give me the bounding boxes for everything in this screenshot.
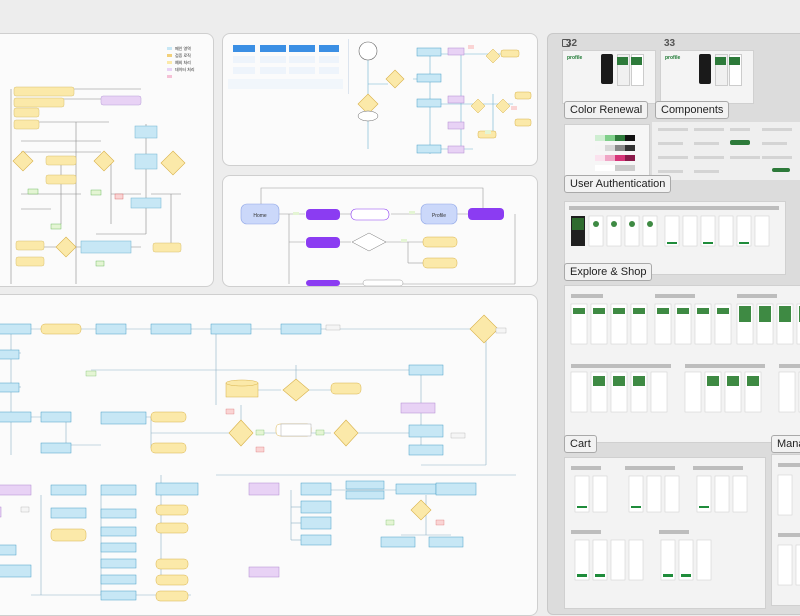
- flow-node-profile-label: Profile: [432, 213, 446, 219]
- flowchart-canvas-b: [228, 39, 532, 154]
- flowchart-canvas-d: [0, 314, 516, 602]
- legend-item: 데이터 처리: [175, 66, 195, 72]
- section-label-explore-shop[interactable]: Explore & Shop: [564, 263, 653, 281]
- legend-item: 검증 로직: [175, 52, 191, 58]
- flow-node-home-label: Home: [253, 213, 267, 219]
- frame-number: 33: [664, 38, 676, 49]
- section-label-cart[interactable]: Cart: [564, 435, 597, 453]
- manage-screens: [777, 463, 800, 586]
- component-sheet: [658, 128, 792, 173]
- flowchart-panel-top-middle[interactable]: [222, 33, 538, 166]
- flowchart-panel-top-left[interactable]: 메인 영역 검증 로직 예외 처리 데이터 처리: [0, 33, 214, 287]
- legend-item: 예외 처리: [175, 59, 191, 65]
- flowchart-canvas-a: 메인 영역 검증 로직 예외 처리 데이터 처리: [10, 45, 195, 284]
- section-label-components[interactable]: Components: [655, 101, 730, 119]
- frame-color-renewal[interactable]: profile: [562, 50, 656, 104]
- frame-icon: [562, 39, 570, 47]
- section-label-user-authentication[interactable]: User Authentication: [564, 175, 672, 193]
- app-logo: profile: [567, 55, 583, 61]
- database-icon: [225, 379, 259, 398]
- frame-cart[interactable]: [564, 285, 800, 443]
- frame-manage[interactable]: [771, 454, 800, 606]
- frame-checkout[interactable]: [564, 457, 766, 609]
- flowchart-legend: 메인 영역 검증 로직 예외 처리 데이터 처리: [167, 45, 195, 78]
- flowchart-panel-main[interactable]: [0, 294, 538, 616]
- data-table: [228, 39, 349, 94]
- legend-item: 메인 영역: [175, 45, 191, 51]
- checkout-screens: [571, 466, 748, 581]
- section-label-manage[interactable]: Manag: [771, 435, 800, 453]
- frame-palette[interactable]: [564, 124, 650, 178]
- cart-screens: [570, 294, 800, 413]
- design-frames-panel[interactable]: 32 33 profile profile Color Renewal Comp…: [547, 33, 800, 615]
- section-label-color-renewal[interactable]: Color Renewal: [564, 101, 649, 119]
- app-logo: profile: [665, 55, 681, 61]
- frame-components-grid[interactable]: [652, 122, 800, 180]
- flowchart-canvas-c: Home Profile: [240, 187, 516, 286]
- frame-components[interactable]: profile: [660, 50, 754, 104]
- flowchart-panel-home-profile[interactable]: Home Profile: [222, 175, 538, 287]
